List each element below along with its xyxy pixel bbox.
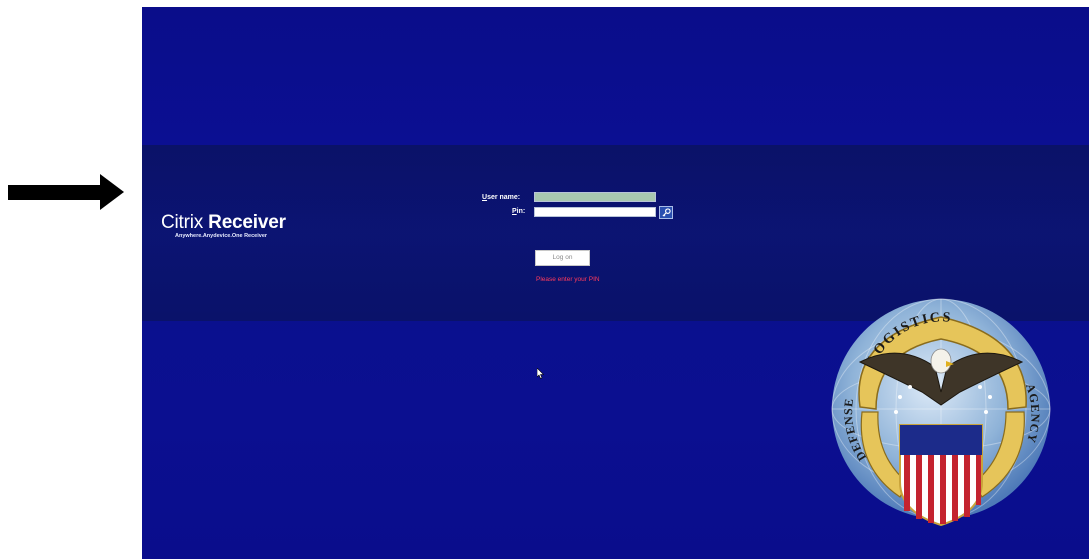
dla-seal: LOGISTICS DEFENSE AGENCY — [831, 298, 1051, 527]
brand-name-bold: Receiver — [208, 212, 286, 233]
brand-title: Citrix Receiver — [161, 212, 286, 234]
brand-name-light: Citrix — [161, 212, 204, 233]
pin-label: Pin: — [512, 208, 526, 215]
citrix-login-screen: Citrix Receiver Anywhere.Anydevice.One R… — [142, 7, 1089, 559]
error-message: Please enter your PIN — [536, 276, 600, 283]
mouse-cursor-icon — [537, 368, 544, 379]
key-icon — [661, 208, 671, 217]
username-label: User name: — [482, 194, 521, 201]
arrow-right-icon — [8, 174, 124, 210]
citrix-receiver-logo: Citrix Receiver Anywhere.Anydevice.One R… — [161, 212, 286, 239]
log-on-button[interactable]: Log on — [535, 250, 590, 266]
pin-keyboard-button[interactable] — [659, 206, 673, 219]
username-field[interactable] — [534, 192, 656, 202]
pin-field[interactable] — [534, 207, 656, 217]
